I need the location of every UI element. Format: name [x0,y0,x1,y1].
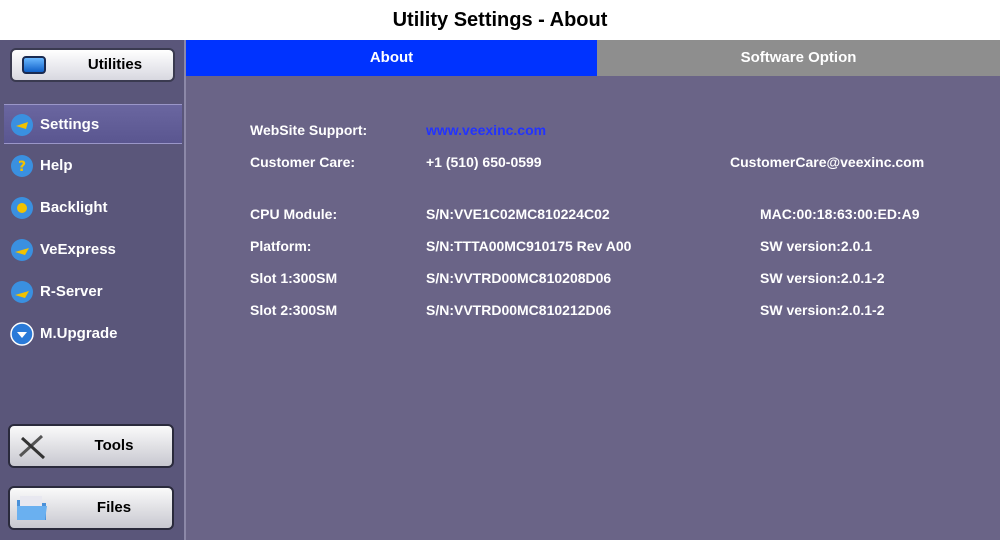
module-serial: S/N:VVE1C02MC810224C02 [426,206,610,222]
tab-software-option[interactable]: Software Option [597,40,1000,76]
page-title: Utility Settings - About [392,9,608,31]
tab-about[interactable]: About [186,40,597,76]
module-info: SW version:2.0.1-2 [760,302,885,318]
customer-care-phone: +1 (510) 650-0599 [426,154,542,170]
module-serial: S/N:VVTRD00MC810212D06 [426,302,612,318]
module-serial: S/N:TTTA00MC910175 Rev A00 [426,238,632,254]
sidebar-item-m-upgrade[interactable]: M.Upgrade [4,314,182,354]
sidebar-item-settings[interactable]: Settings [4,104,182,144]
sidebar-item-label: VeExpress [40,241,116,258]
utilities-label: Utilities [87,56,143,73]
customer-care-email: CustomerCare@veexinc.com [730,154,925,170]
settings-icon [11,114,33,136]
upgrade-icon [10,322,34,346]
r-server-icon [11,281,33,303]
sidebar-item-r-server[interactable]: R-Server [4,272,182,312]
utilities-button[interactable]: Utilities [10,48,175,82]
sidebar-item-help[interactable]: ? Help [4,146,182,186]
website-label: WebSite Support: [250,122,368,138]
sidebar: Utilities Settings ? Help Backlight VeEx… [0,40,186,540]
module-info: MAC:00:18:63:00:ED:A9 [760,206,920,222]
sidebar-item-label: Help [40,157,73,174]
module-name: Slot 1:300SM [250,270,338,286]
sidebar-item-label: Backlight [40,199,108,216]
sidebar-item-label: Settings [40,116,100,133]
files-button[interactable]: Files [8,486,174,530]
website-link[interactable]: www.veexinc.com [426,122,546,138]
sidebar-item-label: R-Server [40,283,103,300]
sidebar-item-backlight[interactable]: Backlight [4,188,182,228]
module-name: Slot 2:300SM [250,302,338,318]
files-label: Files [96,499,132,516]
veexpress-icon [11,239,33,261]
tools-button[interactable]: Tools [8,424,174,468]
folder-icon [17,496,47,520]
module-info: SW version:2.0.1 [760,238,873,254]
tab-bar: About Software Option [186,40,1000,76]
module-info: SW version:2.0.1-2 [760,270,885,286]
help-icon: ? [11,155,33,177]
backlight-icon [11,197,33,219]
app-frame: Utilities Settings ? Help Backlight VeEx… [0,40,1000,540]
sidebar-item-label: M.Upgrade [40,325,118,342]
tools-label: Tools [94,437,134,454]
monitor-icon [22,56,46,74]
about-panel: WebSite Support: www.veexinc.com Custome… [186,76,1000,540]
svg-text:?: ? [18,159,26,175]
module-name: Platform: [250,238,312,254]
sidebar-item-veexpress[interactable]: VeExpress [4,230,182,270]
tools-icon [18,434,46,460]
module-serial: S/N:VVTRD00MC810208D06 [426,270,612,286]
customer-care-label: Customer Care: [250,154,356,170]
module-name: CPU Module: [250,206,338,222]
